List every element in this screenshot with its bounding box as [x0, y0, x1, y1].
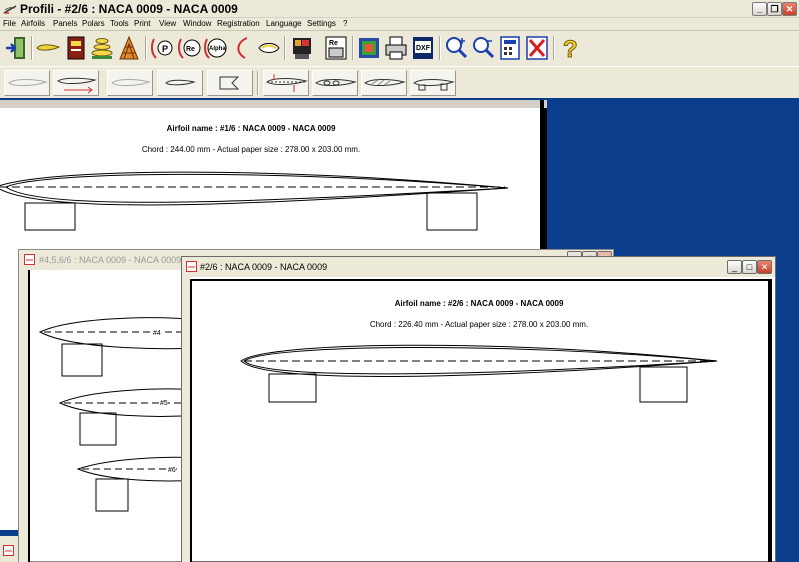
window-2-chord-info: Chord : 226.40 mm - Actual paper size : … [369, 320, 589, 329]
svg-text:Re: Re [329, 40, 338, 47]
airfoil-markers-button[interactable] [263, 70, 309, 96]
zoom-out-icon[interactable] [471, 35, 495, 61]
menu-help[interactable]: ? [343, 19, 347, 28]
window-2-minimize[interactable]: _ [727, 260, 742, 274]
svg-text:Alpha: Alpha [209, 46, 226, 52]
exit-icon[interactable] [4, 35, 28, 61]
window-2-airfoil-name: Airfoil name : #2/6 : NACA 0009 - NACA 0… [394, 299, 564, 308]
menu-panels[interactable]: Panels [53, 19, 77, 28]
airfoil-arrow-button[interactable] [53, 70, 99, 96]
window-2-icon [186, 261, 197, 272]
airfoil-icon[interactable] [36, 35, 60, 61]
window-456-icon [24, 254, 35, 265]
airfoil-toolbar [0, 66, 799, 98]
polar-alpha-icon[interactable]: Alpha [203, 35, 227, 61]
menu-registration[interactable]: Registration [217, 19, 260, 28]
airfoil-eye-icon[interactable] [257, 35, 281, 61]
menu-polars[interactable]: Polars [82, 19, 105, 28]
window-456-title: #4,5,6/6 : NACA 0009 - NACA 0009 [39, 255, 182, 265]
airfoil-hatched-icon [364, 79, 406, 86]
airfoil-markers-icon [266, 74, 308, 92]
svg-text:DXF: DXF [416, 45, 431, 52]
svg-text:?: ? [563, 36, 578, 61]
reynolds-calc-icon[interactable]: Re [324, 35, 348, 61]
window-1-airfoil-name: Airfoil name : #1/6 : NACA 0009 - NACA 0… [166, 124, 336, 133]
window-2-close[interactable]: ✕ [757, 260, 772, 274]
close-button[interactable]: ✕ [782, 2, 797, 16]
airfoil-profile-button[interactable] [207, 70, 253, 96]
airfoil-profile-icon [219, 76, 240, 90]
airfoil-outline-icon [111, 79, 151, 86]
window-2-airfoil-drawing [240, 344, 718, 403]
svg-text:Re: Re [186, 46, 195, 53]
polar-p-icon[interactable]: P [150, 35, 174, 61]
maximize-button[interactable]: ❐ [767, 2, 782, 16]
airfoil-spar-icon [413, 79, 455, 91]
app-titlebar: Profili - #2/6 : NACA 0009 - NACA 0009 _… [0, 0, 799, 18]
minimized-window-icon[interactable] [3, 545, 14, 556]
window-2-title: #2/6 : NACA 0009 - NACA 0009 [200, 262, 328, 272]
stacked-airfoils-icon[interactable] [90, 35, 114, 61]
airfoil-hatched-button[interactable] [361, 70, 407, 96]
airfoil-arrow-icon [57, 77, 97, 94]
polar-re-icon[interactable]: Re [177, 35, 201, 61]
airfoil-outline-button[interactable] [107, 70, 153, 96]
app-logo-icon [3, 5, 17, 14]
menu-airfoils[interactable]: Airfoils [21, 19, 45, 28]
window-1-chord-info: Chord : 244.00 mm - Actual paper size : … [141, 145, 361, 154]
airfoil-thin-icon [8, 79, 48, 86]
menu-tools[interactable]: Tools [110, 19, 129, 28]
minimize-button[interactable]: _ [752, 2, 767, 16]
help-icon[interactable]: ? [560, 35, 584, 62]
export-image-icon[interactable] [357, 35, 381, 61]
airfoil-thin-button[interactable] [4, 70, 50, 96]
app-title: Profili - #2/6 : NACA 0009 - NACA 0009 [20, 2, 238, 16]
airfoil-holes-button[interactable] [312, 70, 358, 96]
menu-language[interactable]: Language [266, 19, 302, 28]
dxf-export-icon[interactable]: DXF [411, 35, 435, 61]
menu-print[interactable]: Print [134, 19, 150, 28]
menu-bar: File Airfoils Panels Polars Tools Print … [0, 18, 799, 31]
window-1-title-strip [0, 100, 547, 108]
airfoil-book-icon[interactable] [64, 35, 88, 61]
airfoil-label-5: #5 [160, 400, 168, 407]
calculator-icon[interactable] [498, 35, 522, 61]
airfoil-flat-button[interactable] [157, 70, 203, 96]
airfoil-label-4: #4 [153, 330, 161, 337]
print-preview-icon[interactable] [290, 35, 314, 61]
minimized-window-strip [0, 536, 18, 562]
svg-text:P: P [162, 44, 168, 54]
menu-settings[interactable]: Settings [307, 19, 336, 28]
menu-window[interactable]: Window [183, 19, 211, 28]
wing-ribs-icon[interactable] [117, 35, 141, 61]
window-1-airfoil-drawing [0, 171, 509, 231]
airfoil-curve-icon[interactable] [231, 35, 255, 61]
airfoil-spar-button[interactable] [410, 70, 456, 96]
main-toolbar: P Re Alpha Re DXF ? [0, 32, 799, 65]
airfoil-flat-icon [165, 79, 196, 86]
menu-file[interactable]: File [3, 19, 16, 28]
airfoil-holes-icon [315, 79, 357, 86]
close-red-icon[interactable] [525, 35, 549, 61]
zoom-in-icon[interactable] [444, 35, 468, 61]
airfoil-label-6: #6 [168, 467, 176, 474]
menu-view[interactable]: View [159, 19, 176, 28]
window-2-titlebar: #2/6 : NACA 0009 - NACA 0009 _ □ ✕ [182, 257, 775, 277]
printer-icon[interactable] [384, 35, 408, 61]
window-2-maximize[interactable]: □ [742, 260, 757, 274]
window-456-airfoil-drawing [38, 317, 200, 512]
airfoil-window-2[interactable]: #2/6 : NACA 0009 - NACA 0009 _ □ ✕ Airfo… [181, 256, 776, 562]
